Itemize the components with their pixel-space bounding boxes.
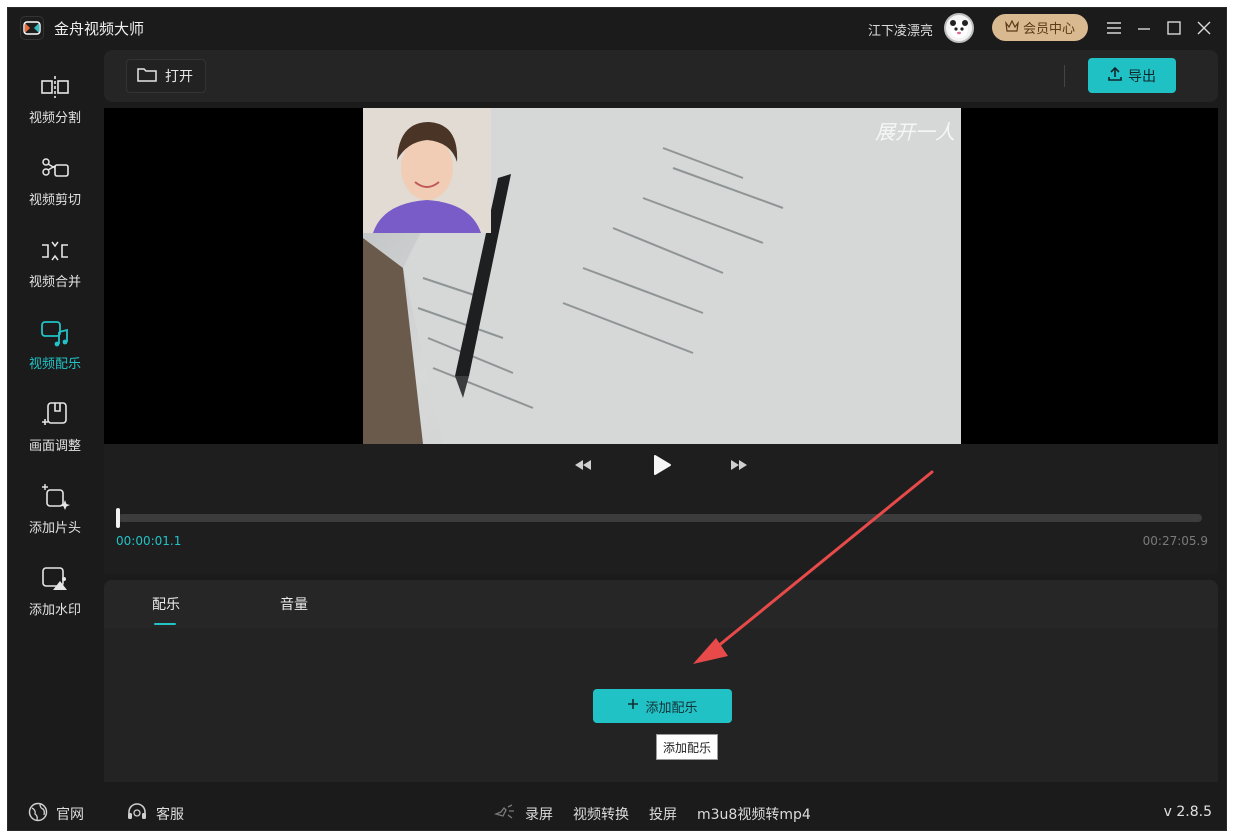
avatar[interactable] xyxy=(944,13,974,43)
music-panel: 配乐 音量 添加配乐 添加配乐 xyxy=(104,580,1218,782)
globe-icon xyxy=(28,802,48,826)
website-link[interactable]: 官网 xyxy=(28,802,84,826)
app-title: 金舟视频大师 xyxy=(54,20,145,38)
menu-icon[interactable] xyxy=(1104,18,1124,38)
website-label: 官网 xyxy=(56,807,84,823)
export-button-label: 导出 xyxy=(1128,68,1156,85)
fast-forward-icon[interactable] xyxy=(730,458,748,472)
sidebar-item-merge[interactable]: 视频合并 xyxy=(8,232,102,308)
tab-music[interactable]: 配乐 xyxy=(152,594,180,614)
plus-icon xyxy=(627,698,639,714)
screen-record-icon xyxy=(493,804,516,826)
footer-link-record[interactable]: 录屏 xyxy=(525,804,553,824)
panel-tabs: 配乐 音量 xyxy=(104,580,1218,628)
video-watermark: 展开一人 xyxy=(875,120,955,144)
app-logo-icon xyxy=(20,16,44,40)
footer: 官网 客服 录屏 视频转换 投屏 m3u8视频转mp4 v 2.8.5 xyxy=(8,792,1228,832)
active-tab-indicator xyxy=(154,623,176,625)
version-label: v 2.8.5 xyxy=(1163,804,1212,820)
sidebar-item-watermark[interactable]: 添加水印 xyxy=(8,560,102,636)
webcam-overlay[interactable] xyxy=(363,108,491,233)
sidebar-item-label: 画面调整 xyxy=(28,439,81,454)
maximize-icon[interactable] xyxy=(1164,18,1184,38)
tooltip: 添加配乐 xyxy=(656,734,719,760)
play-icon[interactable] xyxy=(652,454,672,476)
sidebar-item-label: 视频合并 xyxy=(28,275,81,290)
open-button-label: 打开 xyxy=(165,69,193,85)
vip-center-button[interactable]: 会员中心 xyxy=(992,14,1088,41)
footer-link-cast[interactable]: 投屏 xyxy=(649,804,677,824)
split-icon xyxy=(38,70,72,104)
total-time: 00:27:05.9 xyxy=(1142,534,1208,548)
rewind-icon[interactable] xyxy=(574,458,592,472)
sidebar-item-label: 添加片头 xyxy=(28,521,81,536)
add-music-label: 添加配乐 xyxy=(645,700,698,716)
vip-center-label: 会员中心 xyxy=(1022,22,1075,37)
customer-service-label: 客服 xyxy=(156,807,184,823)
video-frame: 展开一人 xyxy=(363,108,961,444)
sidebar-item-cut[interactable]: 视频剪切 xyxy=(8,150,102,226)
sidebar-item-adjust[interactable]: 画面调整 xyxy=(8,396,102,472)
export-button[interactable]: 导出 xyxy=(1088,58,1176,93)
user-name[interactable]: 江下凌漂亮 xyxy=(868,20,933,39)
upload-icon xyxy=(1108,66,1122,85)
sidebar-item-music[interactable]: 视频配乐 xyxy=(8,314,102,390)
video-player[interactable]: 展开一人 xyxy=(104,108,1218,444)
sidebar-item-label: 视频分割 xyxy=(28,111,81,126)
sidebar-item-intro[interactable]: 添加片头 xyxy=(8,478,102,554)
title-bar: 金舟视频大师 江下凌漂亮 会员中心 xyxy=(8,8,1228,48)
progress-handle[interactable] xyxy=(116,508,120,528)
sparkle-frame-icon xyxy=(38,480,72,514)
current-time: 00:00:01.1 xyxy=(116,534,182,548)
customer-service-link[interactable]: 客服 xyxy=(126,802,184,826)
scissors-icon xyxy=(38,152,72,186)
toolbar: 打开 导出 xyxy=(104,50,1218,102)
minimize-icon[interactable] xyxy=(1134,18,1154,38)
music-icon xyxy=(38,316,72,350)
footer-link-m3u8[interactable]: m3u8视频转mp4 xyxy=(697,804,811,824)
progress-bar[interactable] xyxy=(118,514,1202,522)
image-watermark-icon xyxy=(38,562,72,596)
sidebar-item-label: 视频剪切 xyxy=(28,193,81,208)
footer-link-convert[interactable]: 视频转换 xyxy=(573,804,629,824)
headset-icon xyxy=(126,802,148,826)
sidebar-item-label: 添加水印 xyxy=(28,603,81,618)
toolbar-divider xyxy=(1064,65,1065,87)
sidebar-item-label: 视频配乐 xyxy=(28,357,81,372)
crown-icon xyxy=(1005,19,1019,36)
app-window: 金舟视频大师 江下凌漂亮 会员中心 视频分割 视频剪切 视频合并 视频配乐 画面… xyxy=(7,7,1227,831)
sidebar-item-split[interactable]: 视频分割 xyxy=(8,68,102,144)
folder-icon xyxy=(137,66,157,86)
close-icon[interactable] xyxy=(1194,18,1214,38)
merge-icon xyxy=(38,234,72,268)
tab-volume[interactable]: 音量 xyxy=(280,594,308,614)
open-button[interactable]: 打开 xyxy=(126,59,206,93)
crop-icon xyxy=(38,398,72,432)
player-controls: 00:00:01.1 00:27:05.9 xyxy=(104,444,1218,574)
add-music-button[interactable]: 添加配乐 xyxy=(593,689,732,723)
